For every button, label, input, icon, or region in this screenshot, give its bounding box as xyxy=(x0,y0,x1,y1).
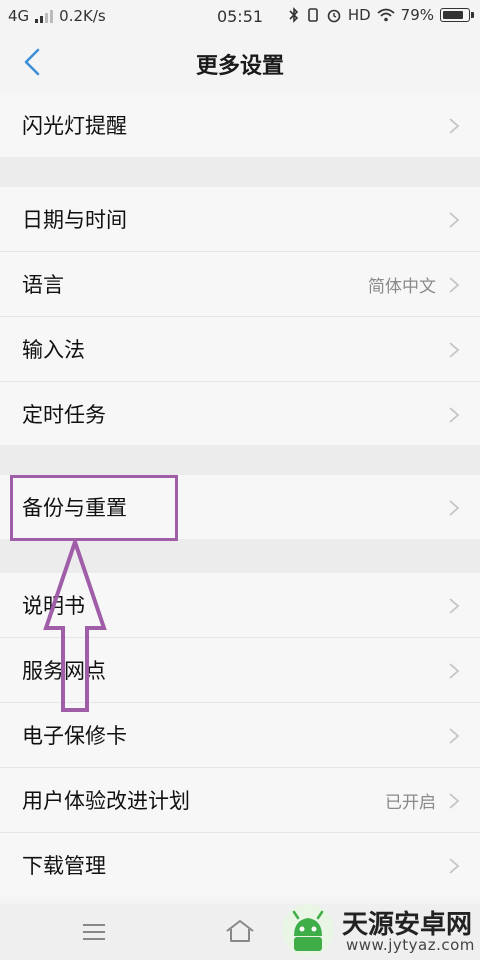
chevron-right-icon xyxy=(449,118,460,134)
setting-label: 电子保修卡 xyxy=(22,724,127,748)
status-bar: 4G 0.2K/s 05:51 HD 79% xyxy=(0,0,480,34)
home-icon[interactable] xyxy=(224,918,256,944)
watermark-url: www.jytyaz.com xyxy=(346,936,475,954)
nav-header: 更多设置 xyxy=(0,34,480,92)
settings-group-support: 说明书 服务网点 电子保修卡 用户体验改进计划 已开启 下载管理 xyxy=(0,573,480,897)
chevron-right-icon xyxy=(449,793,460,809)
setting-row-date-time[interactable]: 日期与时间 xyxy=(0,187,480,252)
chevron-right-icon xyxy=(449,858,460,874)
setting-label: 日期与时间 xyxy=(22,208,127,232)
setting-row-input-method[interactable]: 输入法 xyxy=(0,317,480,382)
section-divider xyxy=(0,539,480,573)
setting-value: 简体中文 xyxy=(368,276,436,297)
setting-label: 用户体验改进计划 xyxy=(22,789,190,813)
chevron-right-icon xyxy=(449,663,460,679)
setting-label: 说明书 xyxy=(22,594,85,618)
setting-row-download-manager[interactable]: 下载管理 xyxy=(0,833,480,897)
chevron-right-icon xyxy=(449,277,460,293)
setting-label: 定时任务 xyxy=(22,403,106,427)
menu-icon[interactable] xyxy=(82,922,106,942)
page-title: 更多设置 xyxy=(195,54,284,79)
chevron-right-icon xyxy=(449,342,460,358)
setting-label: 下载管理 xyxy=(22,854,106,878)
setting-label: 备份与重置 xyxy=(22,496,127,520)
wifi-icon xyxy=(377,8,395,22)
setting-row-backup-reset[interactable]: 备份与重置 xyxy=(0,475,480,539)
setting-row-ux-program[interactable]: 用户体验改进计划 已开启 xyxy=(0,768,480,833)
chevron-right-icon xyxy=(449,728,460,744)
setting-row-manual[interactable]: 说明书 xyxy=(0,573,480,638)
setting-label: 语言 xyxy=(22,273,64,297)
setting-label: 输入法 xyxy=(22,338,85,362)
section-divider xyxy=(0,157,480,187)
setting-row-scheduled-tasks[interactable]: 定时任务 xyxy=(0,382,480,446)
setting-row-e-warranty[interactable]: 电子保修卡 xyxy=(0,703,480,768)
setting-row-flash-reminder[interactable]: 闪光灯提醒 xyxy=(0,93,480,157)
setting-row-language[interactable]: 语言 简体中文 xyxy=(0,252,480,317)
section-divider xyxy=(0,445,480,475)
chevron-right-icon xyxy=(449,212,460,228)
android-logo-icon xyxy=(282,904,334,956)
settings-group-flash: 闪光灯提醒 xyxy=(0,93,480,157)
settings-group-backup: 备份与重置 xyxy=(0,475,480,539)
settings-group-system: 日期与时间 语言 简体中文 输入法 定时任务 xyxy=(0,187,480,446)
setting-label: 闪光灯提醒 xyxy=(22,114,127,138)
setting-value: 已开启 xyxy=(385,792,436,813)
setting-row-service-outlets[interactable]: 服务网点 xyxy=(0,638,480,703)
alarm-icon xyxy=(327,9,341,23)
watermark: 天源安卓网 www.jytyaz.com xyxy=(280,900,480,960)
chevron-right-icon xyxy=(449,598,460,614)
battery-percent: 79% xyxy=(400,6,434,24)
bluetooth-icon xyxy=(289,7,298,23)
battery-icon xyxy=(440,8,474,22)
hd-indicator: HD xyxy=(347,6,371,24)
chevron-right-icon xyxy=(449,407,460,423)
chevron-right-icon xyxy=(449,500,460,516)
setting-label: 服务网点 xyxy=(22,659,106,683)
vibrate-icon xyxy=(308,8,318,22)
